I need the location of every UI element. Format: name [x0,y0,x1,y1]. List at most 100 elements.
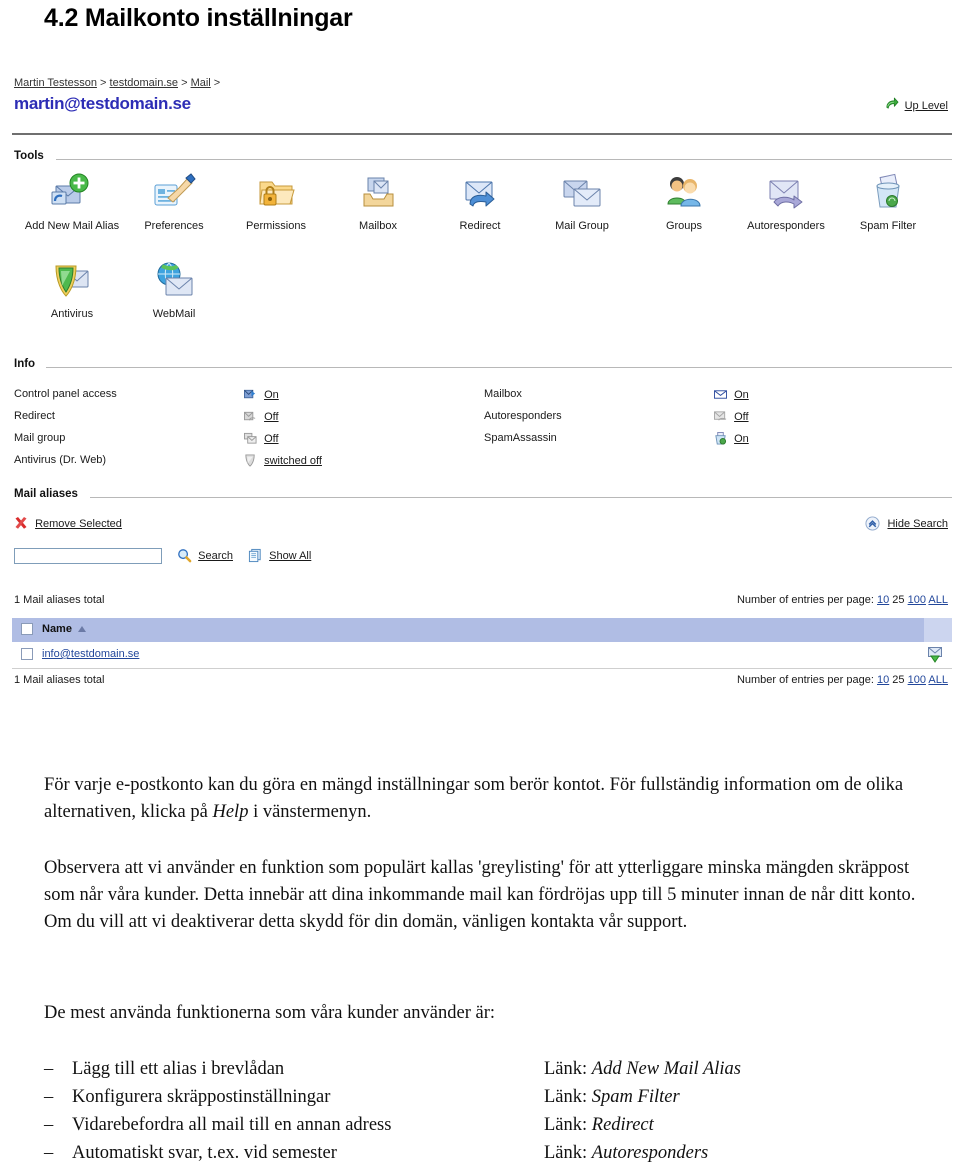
breadcrumb: Martin Testesson > testdomain.se > Mail … [14,77,220,89]
select-all-checkbox[interactable] [21,623,33,638]
mailbox-envelope-icon [714,390,730,404]
search-input[interactable] [14,548,162,565]
up-level-link[interactable]: Up Level [884,97,948,115]
info-label-redirect: Redirect [14,410,55,422]
tool-groups[interactable]: Groups [634,170,734,232]
section-header-tools: Tools [12,150,952,168]
info-label-mailbox: Mailbox [484,388,522,400]
hide-search-label[interactable]: Hide Search [887,518,948,530]
breadcrumb-item-user[interactable]: Martin Testesson [14,77,97,89]
info-value-autoresponders[interactable]: Off [714,410,749,426]
page-title: 4.2 Mailkonto inställningar [44,4,353,32]
webmail-globe-envelope-icon [150,258,198,304]
tool-label: Spam Filter [859,220,917,232]
info-value-link[interactable]: On [264,389,279,401]
table-row[interactable]: info@testdomain.se [12,642,952,669]
info-value-spamassassin[interactable]: On [714,432,749,448]
section-title-info: Info [14,358,36,370]
pages-icon [248,548,266,566]
up-level-label[interactable]: Up Level [905,100,948,112]
entries-per-page-all[interactable]: ALL [928,594,948,606]
help-emphasis: Help [212,802,249,822]
tool-antivirus[interactable]: Antivirus [22,258,122,320]
info-value-mail-group[interactable]: Off [244,432,279,448]
entries-per-page-100[interactable]: 100 [908,594,926,606]
info-value-control-panel-access[interactable]: On [244,388,279,404]
list-item-link: Länk: Spam Filter [544,1083,680,1111]
remove-selected-button[interactable]: Remove Selected [14,516,122,533]
search-button[interactable]: Search [177,549,236,563]
column-header-name[interactable]: Name [42,623,72,635]
list-dash: – [44,1143,54,1163]
account-title: martin@testdomain.se [14,94,191,113]
sort-ascending-icon[interactable] [78,626,86,632]
tool-label: Antivirus [50,308,94,320]
breadcrumb-separator: > [181,77,188,89]
section-rule [90,497,952,498]
list-dash: – [44,1115,54,1135]
mail-group-envelopes-icon [558,170,606,216]
table-header-name-cell [12,618,924,642]
redirect-off-icon [244,411,260,426]
info-value-link[interactable]: On [734,433,749,445]
list-item-text: Automatiskt svar, t.ex. vid semester [72,1143,337,1163]
link-prefix: Länk: [544,1115,588,1135]
add-mail-alias-icon [48,170,96,216]
breadcrumb-item-mail[interactable]: Mail [191,77,211,89]
link-prefix: Länk: [544,1087,588,1107]
info-value-antivirus[interactable]: switched off [244,454,322,470]
info-value-redirect[interactable]: Off [244,410,279,426]
entries-per-page-100[interactable]: 100 [908,674,926,686]
show-all-button[interactable]: Show All [248,548,311,563]
hide-search-button[interactable]: Hide Search [865,516,948,534]
link-target: Spam Filter [591,1087,680,1107]
entries-per-page-10[interactable]: 10 [877,594,889,606]
tool-spam-filter[interactable]: Spam Filter [838,170,938,232]
row-checkbox[interactable] [21,648,33,663]
tool-redirect[interactable]: Redirect [430,170,530,232]
remove-selected-label[interactable]: Remove Selected [35,518,122,530]
spam-filter-bin-icon [864,170,912,216]
antivirus-shield-off-icon [244,454,260,470]
tool-autoresponders[interactable]: Autoresponders [736,170,836,232]
tool-webmail[interactable]: WebMail [124,258,224,320]
info-value-link[interactable]: Off [264,411,278,423]
list-item-link: Länk: Redirect [544,1111,654,1139]
row-name-cell[interactable]: info@testdomain.se [42,648,139,660]
chevron-up-circle-icon [865,516,883,534]
info-label-spamassassin: SpamAssassin [484,432,557,444]
link-prefix: Länk: [544,1059,588,1079]
feature-list: – Lägg till ett alias i brevlådan Länk: … [44,1055,944,1167]
info-label-autoresponders: Autoresponders [484,410,562,422]
list-item-text: Lägg till ett alias i brevlådan [72,1059,285,1079]
paragraph-intro: För varje e-postkonto kan du göra en män… [44,772,924,826]
control-panel-icon [244,389,260,404]
tool-label: Mail Group [555,220,609,232]
breadcrumb-item-domain[interactable]: testdomain.se [110,77,178,89]
tool-add-new-mail-alias[interactable]: Add New Mail Alias [22,170,122,232]
tool-mail-group[interactable]: Mail Group [532,170,632,232]
tool-label: Preferences [144,220,204,232]
list-item-text: Konfigurera skräppostinställningar [72,1087,331,1107]
mail-group-off-icon [244,432,260,448]
mail-forward-icon[interactable] [927,646,943,666]
list-item: – Vidarebefordra all mail till en annan … [44,1111,944,1139]
entries-per-page-bottom: Number of entries per page: 10 25 100 AL… [737,674,948,686]
tool-preferences[interactable]: Preferences [124,170,224,232]
info-value-link[interactable]: switched off [264,455,322,467]
entries-per-page-all[interactable]: ALL [928,674,948,686]
alias-link[interactable]: info@testdomain.se [42,648,139,660]
permissions-lock-folder-icon [252,170,300,216]
entries-per-page-10[interactable]: 10 [877,674,889,686]
info-value-link[interactable]: Off [734,411,748,423]
search-label[interactable]: Search [198,550,233,562]
show-all-label[interactable]: Show All [269,550,311,562]
tool-mailbox[interactable]: Mailbox [328,170,428,232]
preferences-icon [150,170,198,216]
tool-label: Permissions [246,220,306,232]
info-value-mailbox[interactable]: On [714,388,749,404]
tool-permissions[interactable]: Permissions [226,170,326,232]
entries-per-page-label: Number of entries per page: [736,674,874,686]
info-value-link[interactable]: Off [264,433,278,445]
info-value-link[interactable]: On [734,389,749,401]
